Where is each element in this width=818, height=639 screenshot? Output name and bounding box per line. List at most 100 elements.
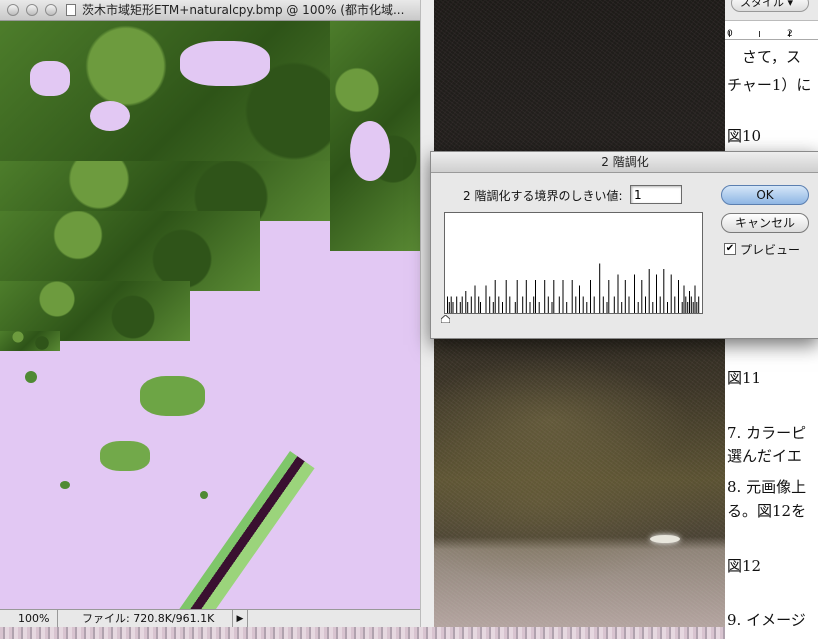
histogram-bar xyxy=(562,280,564,313)
histogram-bar xyxy=(674,296,676,313)
document-text-line: さて，ス xyxy=(727,48,801,66)
histogram-bar xyxy=(641,280,643,313)
zoom-level-field[interactable]: 100% xyxy=(0,610,58,627)
green-patch xyxy=(25,371,37,383)
threshold-input[interactable] xyxy=(630,185,682,204)
histogram-bar xyxy=(634,274,635,313)
histogram-bar xyxy=(494,280,496,313)
forest-region xyxy=(0,331,60,351)
histogram-bar xyxy=(602,296,604,313)
histogram-bar xyxy=(525,280,527,313)
ruler-label: 0 xyxy=(727,29,733,39)
histogram-bar xyxy=(659,296,661,313)
image-window-titlebar[interactable]: 茨木市域矩形ETM+naturalcpy.bmp @ 100% (都市化域... xyxy=(0,0,420,21)
image-canvas[interactable] xyxy=(0,21,420,609)
ruler-label: 2 xyxy=(787,29,793,39)
histogram-bar xyxy=(547,296,549,313)
histogram-bar xyxy=(656,274,657,313)
histogram-bar xyxy=(667,302,668,313)
histogram-bar xyxy=(694,285,696,313)
histogram-bar xyxy=(681,302,683,313)
histogram-bar xyxy=(696,302,698,313)
close-window-icon[interactable] xyxy=(7,4,19,16)
threshold-slider-handle[interactable] xyxy=(441,315,450,323)
histogram-bar xyxy=(553,280,555,313)
histogram-bar xyxy=(516,280,518,313)
histogram-bar xyxy=(689,291,690,313)
histogram-bar xyxy=(613,296,615,313)
histogram-plot xyxy=(447,263,700,313)
histogram-bar xyxy=(590,280,591,313)
histogram-bar xyxy=(608,280,610,313)
histogram-bar xyxy=(645,296,646,313)
histogram-bar xyxy=(533,296,535,313)
histogram-bar xyxy=(478,296,480,313)
histogram-bar xyxy=(485,285,487,313)
urban-patch xyxy=(350,121,390,181)
preview-label: プレビュー xyxy=(740,243,801,257)
histogram-bar xyxy=(538,302,540,313)
status-menu-arrow-icon[interactable]: ▶ xyxy=(232,610,248,627)
histogram-bar xyxy=(637,302,639,313)
document-figure-caption: 図11 xyxy=(727,369,762,387)
document-proxy-icon[interactable] xyxy=(66,4,76,16)
urban-patch xyxy=(180,41,270,86)
document-text-line: チャー1）に xyxy=(727,76,812,94)
histogram-bar xyxy=(456,296,458,313)
river-region xyxy=(175,451,315,609)
histogram-bar xyxy=(606,302,608,313)
histogram-bar xyxy=(621,302,623,313)
document-text-line: 選んだイエ xyxy=(727,447,802,465)
cancel-button[interactable]: キャンセル xyxy=(721,213,809,233)
preview-checkbox[interactable]: ✔ xyxy=(724,243,736,255)
histogram-bar xyxy=(599,263,601,313)
histogram-bar xyxy=(648,269,650,313)
threshold-dialog: 2 階調化 2 階調化する境界のしきい値: OK キャンセル ✔ プレビュー xyxy=(430,151,818,339)
histogram-bar xyxy=(448,302,450,313)
histogram-bar xyxy=(690,296,692,313)
histogram-bar xyxy=(480,302,481,313)
image-window: 茨木市域矩形ETM+naturalcpy.bmp @ 100% (都市化域...… xyxy=(0,0,421,628)
histogram-bar xyxy=(514,302,516,313)
histogram-bar xyxy=(461,296,463,313)
histogram-bar xyxy=(582,296,584,313)
ruler-tick xyxy=(759,31,760,37)
histogram-bar xyxy=(467,302,469,313)
histogram-bar xyxy=(575,296,577,313)
ruler[interactable]: 0 2 xyxy=(725,21,818,40)
file-size-info[interactable]: ファイル: 720.8K/961.1K xyxy=(64,610,230,628)
histogram xyxy=(444,212,703,314)
dialog-title[interactable]: 2 階調化 xyxy=(431,152,818,173)
ok-button[interactable]: OK xyxy=(721,185,809,205)
histogram-bar xyxy=(459,302,461,313)
histogram-bar xyxy=(685,296,687,313)
histogram-bar xyxy=(465,291,467,313)
document-figure-caption: 図10 xyxy=(727,127,762,145)
minimize-window-icon[interactable] xyxy=(26,4,38,16)
histogram-bar xyxy=(624,280,626,313)
checkmark-icon: ✔ xyxy=(725,243,735,254)
histogram-bar xyxy=(670,274,672,313)
histogram-bar xyxy=(529,302,531,313)
histogram-bar xyxy=(566,302,568,313)
zoom-window-icon[interactable] xyxy=(45,4,57,16)
histogram-bar xyxy=(692,302,694,313)
photo-highlight xyxy=(650,535,680,543)
histogram-bar xyxy=(617,274,619,313)
urban-patch xyxy=(30,61,70,96)
histogram-bar xyxy=(593,296,595,313)
document-figure-caption: 図12 xyxy=(727,557,762,575)
background-window-strip xyxy=(0,627,725,639)
histogram-bar xyxy=(505,280,507,313)
green-patch xyxy=(100,441,150,471)
document-toolbar: スタイル ▾ xyxy=(725,0,818,21)
histogram-bar xyxy=(558,296,560,313)
histogram-bar xyxy=(522,296,524,313)
histogram-bar xyxy=(452,302,454,313)
histogram-bar xyxy=(544,280,546,313)
histogram-bar xyxy=(571,280,573,313)
forest-region xyxy=(0,211,260,291)
histogram-bar xyxy=(683,285,685,313)
document-text-line: 8. 元画像上 xyxy=(727,478,807,496)
style-popup-button[interactable]: スタイル ▾ xyxy=(731,0,809,12)
